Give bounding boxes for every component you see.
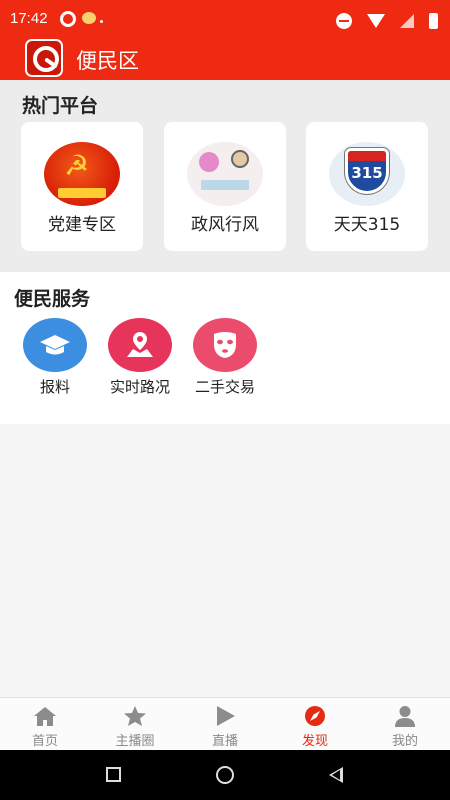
card-government-style[interactable]: 政风行风 [164, 122, 286, 251]
party-badge [58, 188, 106, 198]
shield-number: 315 [351, 164, 383, 182]
tab-mine[interactable]: 我的 [360, 698, 450, 751]
star-icon [124, 706, 146, 726]
play-icon [217, 706, 235, 726]
tab-label: 直播 [211, 734, 238, 749]
graduation-cap-icon [23, 318, 87, 372]
card-label: 党建专区 [48, 215, 116, 235]
battery-icon [429, 12, 438, 29]
card-label: 政风行风 [191, 215, 259, 235]
status-icons [326, 10, 438, 29]
user-icon [395, 706, 415, 727]
cartoon-service-icon [187, 142, 263, 206]
card-party-building[interactable]: ☭ 党建专区 [21, 122, 143, 251]
back-icon[interactable] [329, 767, 343, 783]
status-bar: 17:42 [0, 0, 450, 36]
interstate-shield-icon: 315 [329, 142, 405, 206]
tab-home[interactable]: 首页 [0, 698, 90, 751]
system-navigation-bar [0, 750, 450, 800]
home-button-icon[interactable] [216, 766, 234, 784]
tab-discover[interactable]: 发现 [270, 698, 360, 751]
card-label: 天天315 [333, 215, 401, 235]
bottom-tab-bar: 首页 主播圈 直播 发现 我的 [0, 697, 450, 750]
wifi-icon [366, 13, 385, 28]
hot-platform-section: 热门平台 ☭ 党建专区 政风行风 315 天天315 [0, 80, 450, 272]
tab-live[interactable]: 直播 [180, 698, 270, 751]
service-label: 二手交易 [194, 378, 255, 396]
map-pin-icon [108, 318, 172, 372]
app-header: 便民区 [0, 36, 450, 80]
service-report[interactable]: 报料 [15, 318, 95, 398]
tab-label: 我的 [391, 734, 418, 749]
card-daily-315[interactable]: 315 天天315 [306, 122, 428, 251]
notification-dot-icon [82, 12, 96, 24]
signal-icon [399, 13, 414, 28]
service-label: 报料 [39, 378, 70, 396]
tab-label: 发现 [301, 734, 328, 749]
service-label: 实时路况 [109, 378, 170, 396]
do-not-disturb-icon [335, 12, 352, 29]
service-traffic[interactable]: 实时路况 [100, 318, 180, 398]
app-logo-icon [25, 39, 63, 77]
services-title: 便民服务 [14, 288, 91, 310]
party-emblem-icon: ☭ [44, 142, 120, 206]
notification-more-icon [100, 20, 103, 23]
service-second-hand[interactable]: 二手交易 [185, 318, 265, 398]
hot-platform-title: 热门平台 [22, 95, 99, 117]
recent-apps-icon[interactable] [106, 767, 121, 782]
compass-icon [305, 706, 325, 726]
page-title: 便民区 [76, 49, 139, 73]
convenience-services-section: 便民服务 报料 实时路况 二手交易 [0, 272, 450, 424]
tab-label: 主播圈 [115, 734, 155, 749]
notification-app-icon [60, 11, 76, 27]
status-time: 17:42 [10, 10, 48, 27]
tab-anchor-circle[interactable]: 主播圈 [90, 698, 180, 751]
home-icon [34, 707, 56, 726]
mask-icon [193, 318, 257, 372]
tab-label: 首页 [31, 734, 58, 749]
